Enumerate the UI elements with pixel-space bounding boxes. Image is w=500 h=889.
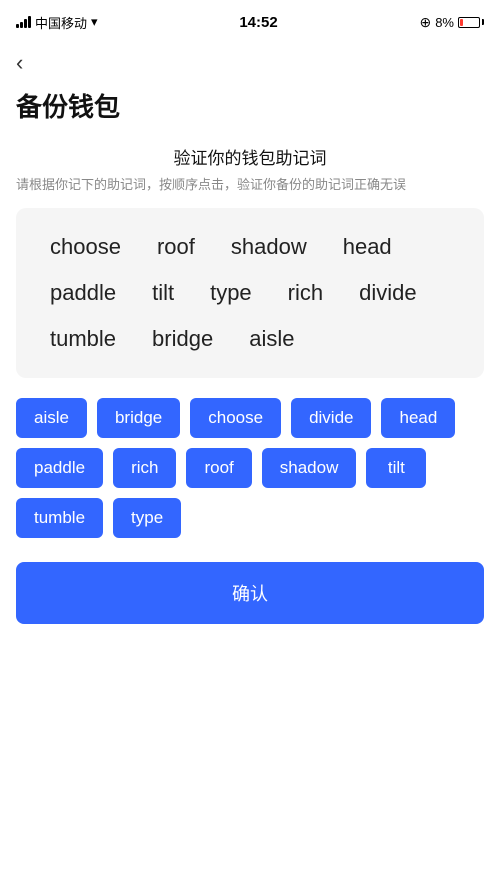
word-display-area: chooseroofshadowhead paddletilttyperichdi… — [16, 208, 484, 378]
display-word: paddle — [32, 274, 134, 312]
signal-icon — [16, 16, 31, 28]
word-button[interactable]: paddle — [16, 448, 103, 488]
word-button[interactable]: roof — [186, 448, 251, 488]
display-word: tilt — [134, 274, 192, 312]
display-word: rich — [270, 274, 341, 312]
word-button[interactable]: aisle — [16, 398, 87, 438]
carrier-label: 中国移动 — [35, 13, 87, 32]
display-word: choose — [32, 228, 139, 266]
status-bar: 中国移动 ▾ 14:52 ⊕ 8% — [0, 0, 500, 44]
word-button[interactable]: rich — [113, 448, 176, 488]
section-title: 验证你的钱包助记词 — [0, 144, 500, 169]
clock: 14:52 — [239, 14, 277, 31]
display-word: head — [325, 228, 410, 266]
word-buttons-area: aislebridgechoosedividehead paddlerichroo… — [16, 398, 484, 538]
word-button[interactable]: tilt — [366, 448, 426, 488]
display-word: shadow — [213, 228, 325, 266]
wifi-icon: ▾ — [91, 14, 98, 30]
status-right: ⊕ 8% — [419, 14, 484, 31]
word-button[interactable]: bridge — [97, 398, 180, 438]
display-word: tumble — [32, 320, 134, 358]
word-button[interactable]: type — [113, 498, 181, 538]
word-button[interactable]: head — [381, 398, 455, 438]
word-button[interactable]: divide — [291, 398, 371, 438]
battery-percent: 8% — [435, 15, 454, 30]
back-button[interactable]: ‹ — [0, 44, 500, 79]
screen-record-icon: ⊕ — [419, 14, 431, 31]
word-button[interactable]: shadow — [262, 448, 357, 488]
battery-icon — [458, 17, 484, 28]
status-left: 中国移动 ▾ — [16, 13, 98, 32]
section-description: 请根据你记下的助记词，按顺序点击，验证你备份的助记词正确无误 — [0, 175, 500, 196]
display-word: bridge — [134, 320, 231, 358]
back-arrow-icon: ‹ — [16, 50, 23, 75]
page-title: 备份钱包 — [0, 79, 500, 144]
display-word: divide — [341, 274, 434, 312]
display-word: roof — [139, 228, 213, 266]
display-word: type — [192, 274, 270, 312]
word-button[interactable]: tumble — [16, 498, 103, 538]
display-word: aisle — [231, 320, 312, 358]
word-button[interactable]: choose — [190, 398, 281, 438]
confirm-button[interactable]: 确认 — [16, 562, 484, 624]
